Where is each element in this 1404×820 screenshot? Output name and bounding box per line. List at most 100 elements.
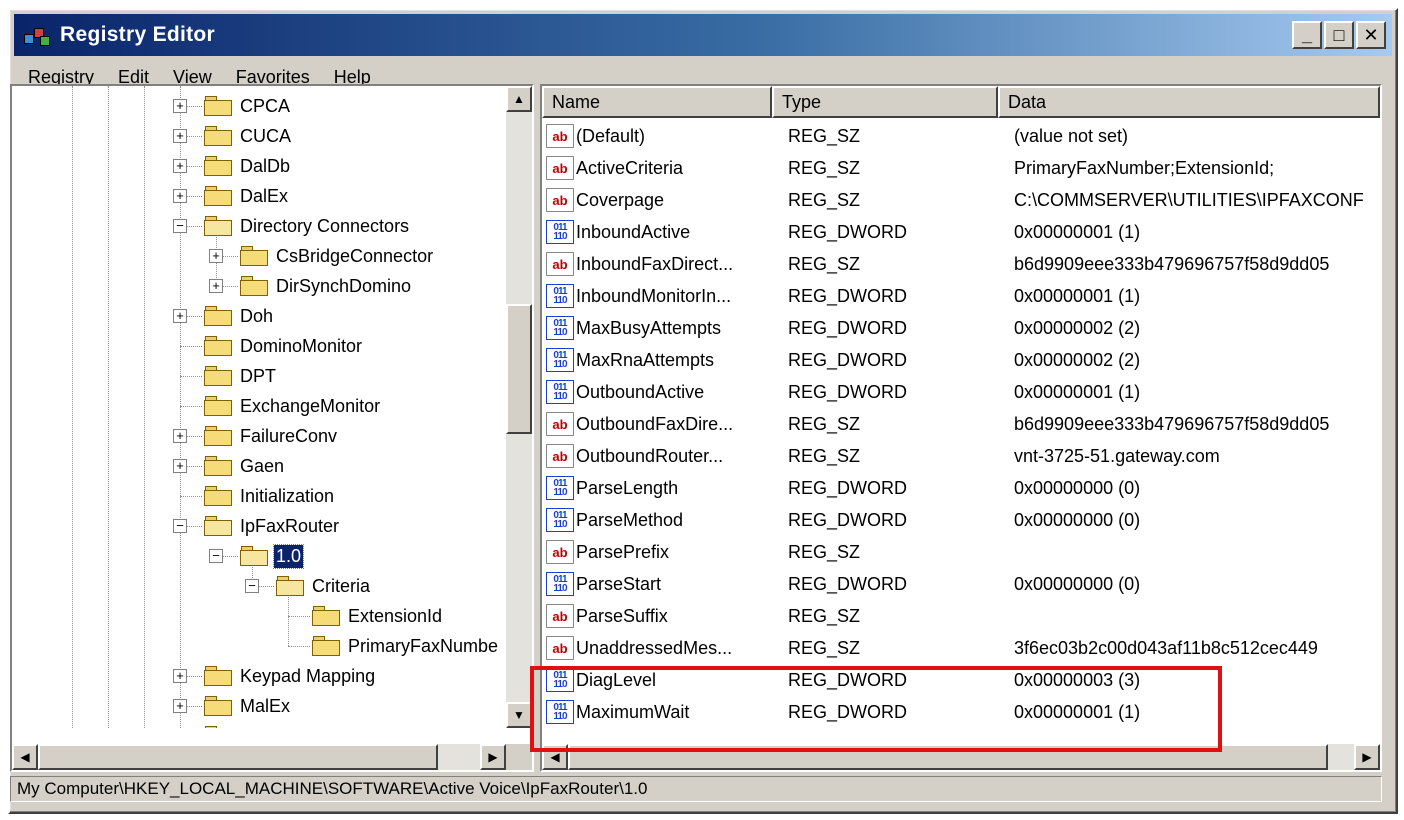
value-type: REG_SZ [788, 157, 861, 178]
tree-hscroll-thumb[interactable] [38, 744, 438, 770]
tree-vertical-scrollbar[interactable]: ▲ ▼ [506, 86, 532, 728]
tree-horizontal-scrollbar[interactable]: ◀ ▶ [12, 744, 506, 770]
tree-node[interactable]: PrimaryFaxNumbe [312, 631, 500, 661]
status-bar: My Computer\HKEY_LOCAL_MACHINE\SOFTWARE\… [10, 776, 1382, 802]
collapse-icon[interactable]: − [245, 579, 259, 593]
list-item[interactable]: 011 110 MaxRnaAttempts REG_DWORD 0x00000002… [542, 344, 1380, 376]
tree-node[interactable]: CUCA [204, 121, 293, 151]
list-item[interactable]: 011 110 OutboundActive REG_DWORD 0x00000001… [542, 376, 1380, 408]
column-header-data[interactable]: Data [998, 86, 1380, 118]
tree-node[interactable]: CsBridgeConnector [240, 241, 435, 271]
tree-scroll-thumb[interactable] [506, 304, 532, 434]
title-bar[interactable]: Registry Editor _ □ ✕ [14, 14, 1392, 56]
expand-icon[interactable]: + [173, 429, 187, 443]
expand-icon[interactable]: + [173, 129, 187, 143]
value-name: OutboundFaxDire... [576, 413, 734, 434]
expand-icon[interactable]: + [173, 99, 187, 113]
dword-value-icon: 011 110 [546, 668, 574, 692]
collapse-icon[interactable]: − [173, 219, 187, 233]
tree-node[interactable]: DalDb [204, 151, 292, 181]
tree-node[interactable]: Gaen [204, 451, 286, 481]
list-item[interactable]: 011 110 MaximumWait REG_DWORD 0x00000001 (1… [542, 696, 1380, 728]
dword-value-icon: 011 110 [546, 316, 574, 340]
collapse-icon[interactable]: − [173, 519, 187, 533]
list-item[interactable]: 011 110 ParseMethod REG_DWORD 0x00000000 (0… [542, 504, 1380, 536]
value-name: ParsePrefix [576, 541, 670, 562]
tree-node[interactable]: ExchangeMonitor [204, 391, 382, 421]
expand-icon[interactable]: + [209, 279, 223, 293]
list-item[interactable]: ab ParsePrefix REG_SZ [542, 536, 1380, 568]
tree-node[interactable]: IpFaxRouter [204, 511, 341, 541]
list-item[interactable]: 011 110 InboundMonitorIn... REG_DWORD 0x000… [542, 280, 1380, 312]
scroll-right-arrow-icon[interactable]: ▶ [480, 744, 506, 770]
tree-node[interactable]: DalEx [204, 181, 290, 211]
folder-icon [204, 696, 232, 716]
close-button[interactable]: ✕ [1356, 21, 1386, 49]
scroll-right-arrow-icon[interactable]: ▶ [1354, 744, 1380, 770]
list-item[interactable]: ab (Default) REG_SZ (value not set) [542, 120, 1380, 152]
tree-node[interactable]: MIU [204, 721, 275, 728]
value-name-cell: ab InboundFaxDirect... [546, 252, 782, 276]
list-item[interactable]: ab OutboundRouter... REG_SZ vnt-3725-51.gat… [542, 440, 1380, 472]
value-name: DiagLevel [576, 669, 657, 690]
tree-node[interactable]: Directory Connectors [204, 211, 411, 241]
scroll-left-arrow-icon[interactable]: ◀ [542, 744, 568, 770]
column-header-type[interactable]: Type [772, 86, 998, 118]
list-item[interactable]: ab InboundFaxDirect... REG_SZ b6d9909eee333… [542, 248, 1380, 280]
value-type: REG_SZ [788, 253, 861, 274]
dword-value-icon: 011 110 [546, 476, 574, 500]
value-name: MaximumWait [576, 701, 690, 722]
tree-node[interactable]: 1.0 [240, 541, 305, 571]
list-item[interactable]: ab Coverpage REG_SZ C:\COMMSERVER\UTILITIES… [542, 184, 1380, 216]
tree-node[interactable]: MalEx [204, 691, 292, 721]
scroll-down-arrow-icon[interactable]: ▼ [506, 702, 532, 728]
tree-node[interactable]: Doh [204, 301, 275, 331]
scroll-up-arrow-icon[interactable]: ▲ [506, 86, 532, 112]
tree-node[interactable]: Initialization [204, 481, 336, 511]
value-name: UnaddressedMes... [576, 637, 733, 658]
list-horizontal-scrollbar[interactable]: ◀ ▶ [542, 744, 1380, 770]
list-item[interactable]: ab OutboundFaxDire... REG_SZ b6d9909eee333b… [542, 408, 1380, 440]
tree-node[interactable]: DirSynchDomino [240, 271, 413, 301]
list-item[interactable]: 011 110 ParseStart REG_DWORD 0x00000000 (0) [542, 568, 1380, 600]
expand-icon[interactable]: + [173, 189, 187, 203]
tree-node[interactable]: Criteria [276, 571, 372, 601]
tree-node[interactable]: ExtensionId [312, 601, 444, 631]
expand-icon[interactable]: + [209, 249, 223, 263]
key-tree-pane[interactable]: + CPCA + CUCA + DalDb + DalEx − Directory Connect… [10, 84, 534, 772]
minimize-button[interactable]: _ [1292, 21, 1322, 49]
tree-node[interactable]: DPT [204, 361, 278, 391]
list-item[interactable]: 011 110 MaxBusyAttempts REG_DWORD 0x0000000… [542, 312, 1380, 344]
tree-node[interactable]: DominoMonitor [204, 331, 364, 361]
list-hscroll-thumb[interactable] [568, 744, 1328, 770]
value-type: REG_DWORD [788, 669, 908, 690]
tree-node[interactable]: FailureConv [204, 421, 339, 451]
expand-icon[interactable]: + [173, 669, 187, 683]
folder-icon [204, 726, 232, 728]
collapse-icon[interactable]: − [209, 549, 223, 563]
expand-icon[interactable]: + [173, 159, 187, 173]
tree-node[interactable]: Keypad Mapping [204, 661, 377, 691]
scroll-left-arrow-icon[interactable]: ◀ [12, 744, 38, 770]
value-name-cell: ab ParseSuffix [546, 604, 782, 628]
folder-icon [204, 396, 232, 416]
list-item[interactable]: ab ActiveCriteria REG_SZ PrimaryFaxNumber;E… [542, 152, 1380, 184]
values-list-pane[interactable]: Name Type Data ab (Default) REG_SZ (value n… [540, 84, 1382, 772]
list-item[interactable]: 011 110 DiagLevel REG_DWORD 0x00000003 (3) [542, 664, 1380, 696]
value-name: OutboundActive [576, 381, 705, 402]
expand-icon[interactable]: + [173, 309, 187, 323]
expand-icon[interactable]: + [173, 459, 187, 473]
list-item[interactable]: ab UnaddressedMes... REG_SZ 3f6ec03b2c00d04… [542, 632, 1380, 664]
dword-value-icon: 011 110 [546, 284, 574, 308]
list-item[interactable]: 011 110 InboundActive REG_DWORD 0x00000001 … [542, 216, 1380, 248]
column-header-name[interactable]: Name [542, 86, 772, 118]
list-item[interactable]: ab ParseSuffix REG_SZ [542, 600, 1380, 632]
tree-node[interactable]: CPCA [204, 91, 292, 121]
value-name-cell: 011 110 ParseLength [546, 476, 782, 500]
list-item[interactable]: 011 110 ParseLength REG_DWORD 0x00000000 (0… [542, 472, 1380, 504]
expand-icon[interactable]: + [173, 699, 187, 713]
value-data: 0x00000002 (2) [1014, 349, 1141, 370]
tree-connector-line [180, 86, 181, 728]
maximize-button[interactable]: □ [1324, 21, 1354, 49]
value-name-cell: 011 110 MaxRnaAttempts [546, 348, 782, 372]
